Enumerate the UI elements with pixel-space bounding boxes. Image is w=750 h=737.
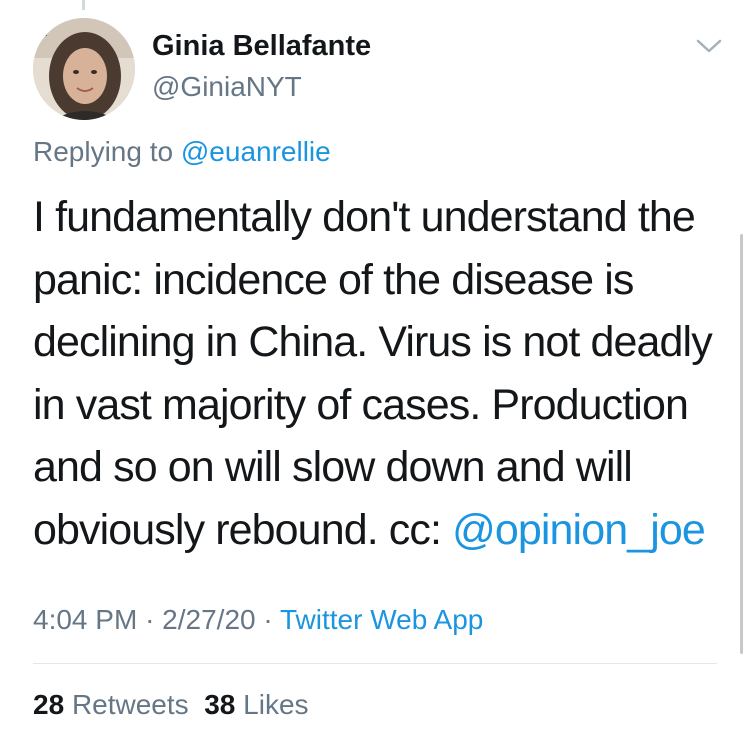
svg-text:ck: ck <box>37 28 48 39</box>
likes-label: Likes <box>243 689 309 720</box>
meta-separator: · <box>145 604 155 635</box>
retweets-stat[interactable]: 28 Retweets <box>33 689 189 720</box>
engagement-stats: 28 Retweets 38 Likes <box>33 689 309 721</box>
profile-photo-avatar-icon: ck <box>33 18 135 120</box>
retweets-count: 28 <box>33 689 65 720</box>
author-display-name[interactable]: Ginia Bellafante <box>152 30 371 63</box>
meta-separator-2: · <box>263 604 273 635</box>
divider <box>33 663 717 664</box>
likes-count: 38 <box>204 689 236 720</box>
tweet-time[interactable]: 4:04 PM <box>33 604 137 635</box>
scrollbar[interactable] <box>740 234 743 654</box>
avatar[interactable]: ck <box>33 18 135 120</box>
tweet-date[interactable]: 2/27/20 <box>162 604 255 635</box>
author-handle[interactable]: @GiniaNYT <box>152 71 302 103</box>
retweets-label: Retweets <box>71 689 189 720</box>
tweet-meta: 4:04 PM · 2/27/20 · Twitter Web App <box>33 604 483 636</box>
likes-stat[interactable]: 38 Likes <box>204 689 308 720</box>
tweet-mention-link[interactable]: @opinion_joe <box>452 506 706 554</box>
tweet-source-link[interactable]: Twitter Web App <box>280 604 483 635</box>
chevron-down-icon[interactable] <box>694 34 724 58</box>
reply-mention-link[interactable]: @euanrellie <box>181 136 331 167</box>
replying-to-label: Replying to <box>33 136 174 167</box>
thread-connector-line <box>82 0 85 10</box>
tweet-body: I fundamentally don't understand the pan… <box>33 193 713 554</box>
tweet-text: I fundamentally don't understand the pan… <box>33 186 733 561</box>
replying-to-line: Replying to @euanrellie <box>33 136 331 168</box>
